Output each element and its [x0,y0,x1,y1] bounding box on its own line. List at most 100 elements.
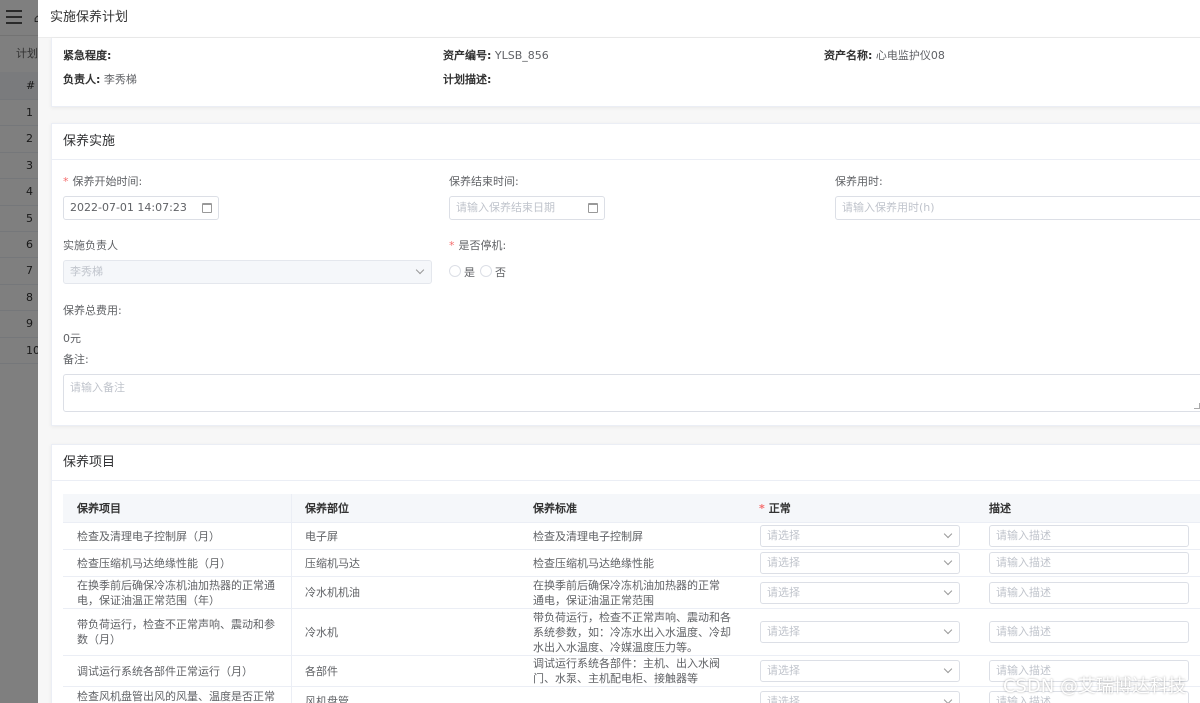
description-input[interactable]: 请输入描述 [989,552,1189,574]
normal-select-placeholder: 请选择 [767,664,800,677]
row-standard: 带负荷运行，检查不正常声响、震动和各系统参数，如：冷冻水出入水温度、冷却水出入水… [533,610,731,654]
row-standard: 在换季前后确保冷冻机油加热器的正常通电，保证油温正常范围 [533,578,720,607]
start-time-label-text: 保养开始时间: [72,175,143,188]
description-input[interactable]: 请输入描述 [989,525,1189,547]
row-standard [533,687,733,703]
row-item: 带负荷运行，检查不正常声响、震动和参数（月） [77,618,275,646]
resize-handle-icon[interactable] [1194,403,1200,409]
column-header-item: 保养项目 [77,501,121,515]
shutdown-no-radio[interactable] [480,265,492,277]
end-time-input[interactable]: 请输入保养结束日期 [449,196,605,220]
plan-desc-label: 计划描述: [443,73,492,86]
asset-name-value: 心电监护仪08 [875,49,945,62]
normal-select[interactable]: 请选择 [760,660,960,682]
plan-info-card: 紧急程度: 资产编号: YLSB_856 资产名称: 心电监护仪08 负责人: … [51,38,1200,107]
row-item: 在换季前后确保冷冻机油加热器的正常通电，保证油温正常范围（年） [77,578,275,607]
row-part: 各部件 [305,664,338,678]
description-placeholder: 请输入描述 [996,529,1051,542]
required-mark: * [449,239,455,252]
normal-select[interactable]: 请选择 [760,552,960,574]
column-header-part: 保养部位 [305,501,349,515]
normal-select[interactable]: 请选择 [760,525,960,547]
chevron-down-icon [943,695,953,703]
row-standard: 检查压缩机马达绝缘性能 [533,556,654,570]
calendar-icon[interactable] [202,203,212,213]
required-mark: * [759,501,765,515]
maintenance-items-card: 保养项目 保养项目 保养部位 保养标准 * 正常 描述 检查及清理电子控制屏（月）… [51,444,1200,703]
chevron-down-icon [943,529,953,539]
column-divider [291,609,292,655]
column-divider [291,577,292,608]
column-header-description: 描述 [989,501,1011,515]
shutdown-label: * 是否停机: [449,237,506,253]
shutdown-label-text: 是否停机: [458,239,507,252]
remark-textarea[interactable]: 请输入备注 [63,374,1200,412]
owner-label: 负责人: [63,73,101,86]
normal-select-placeholder: 请选择 [767,695,800,703]
table-row: 检查及清理电子控制屏（月） 电子屏 检查及清理电子控制屏 请选择 请输入描述 [63,523,1200,550]
remark-placeholder: 请输入备注 [70,381,125,394]
row-part: 冷水机 [305,625,338,639]
column-divider [291,550,292,576]
duration-input[interactable]: 请输入保养用时(h) [835,196,1200,220]
urgency-field: 紧急程度: [63,47,111,63]
drawer-title: 实施保养计划 [38,0,1200,38]
items-title: 保养项目 [52,445,1200,481]
remark-label: 备注: [63,353,89,366]
total-cost-value: 0元 [63,332,81,345]
total-cost-label: 保养总费用: [63,304,122,317]
description-placeholder: 请输入描述 [996,586,1051,599]
start-time-value: 2022-07-01 14:07:23 [70,201,187,214]
normal-select-placeholder: 请选择 [767,556,800,569]
normal-select-placeholder: 请选择 [767,625,800,638]
row-item: 调试运行系统各部件正常运行（月） [77,664,253,678]
implementer-value: 李秀梯 [70,265,103,278]
column-header-standard: 保养标准 [533,501,577,515]
shutdown-yes-label[interactable]: 是 [464,264,475,280]
drawer-body: 紧急程度: 资产编号: YLSB_856 资产名称: 心电监护仪08 负责人: … [38,38,1200,703]
duration-label: 保养用时: [835,175,883,188]
chevron-down-icon [943,625,953,635]
normal-select-placeholder: 请选择 [767,586,800,599]
asset-name-field: 资产名称: 心电监护仪08 [824,47,945,63]
shutdown-yes-radio[interactable] [449,265,461,277]
normal-select[interactable]: 请选择 [760,691,960,703]
chevron-down-icon [415,265,425,275]
description-placeholder: 请输入描述 [996,625,1051,638]
asset-no-field: 资产编号: YLSB_856 [443,47,549,63]
start-time-input[interactable]: 2022-07-01 14:07:23 [63,196,219,220]
row-item: 检查风机盘管出风的风量、温度是否正常(风 [77,690,275,703]
urgency-label: 紧急程度: [63,49,112,62]
shutdown-no-label[interactable]: 否 [495,264,506,280]
column-divider [291,687,292,703]
implementation-title: 保养实施 [52,124,1200,160]
implementation-card: 保养实施 * 保养开始时间: 2022-07-01 14:07:23 保养结束时间… [51,123,1200,426]
calendar-icon[interactable] [588,203,598,213]
row-part: 风机盘管 [305,695,349,703]
owner-field: 负责人: 李秀梯 [63,71,137,87]
asset-no-label: 资产编号: [443,49,492,62]
table-row: 在换季前后确保冷冻机油加热器的正常通电，保证油温正常范围（年） 冷水机机油 在换… [63,577,1200,609]
end-time-label: 保养结束时间: [449,175,519,188]
chevron-down-icon [943,556,953,566]
row-part: 电子屏 [305,529,338,543]
normal-select[interactable]: 请选择 [760,621,960,643]
row-standard: 调试运行系统各部件：主机、出入水阀门、水泵、主机配电柜、接触器等 [533,657,720,685]
normal-select[interactable]: 请选择 [760,582,960,604]
start-time-label: * 保养开始时间: [63,173,142,189]
required-mark: * [63,175,69,188]
chevron-down-icon [943,586,953,596]
description-input[interactable]: 请输入描述 [989,621,1189,643]
maintenance-drawer: 实施保养计划 紧急程度: 资产编号: YLSB_856 资产名称: 心电监护仪0… [38,0,1200,703]
row-item: 检查及清理电子控制屏（月） [77,529,220,543]
row-item: 检查压缩机马达绝缘性能（月） [77,556,231,570]
row-part: 压缩机马达 [305,556,360,570]
chevron-down-icon [943,664,953,674]
table-header-row: 保养项目 保养部位 保养标准 * 正常 描述 [63,494,1200,523]
normal-select-placeholder: 请选择 [767,529,800,542]
end-time-placeholder: 请输入保养结束日期 [456,201,555,214]
description-input[interactable]: 请输入描述 [989,582,1189,604]
table-row: 带负荷运行，检查不正常声响、震动和参数（月） 冷水机 带负荷运行，检查不正常声响… [63,609,1200,656]
row-standard: 检查及清理电子控制屏 [533,529,643,543]
row-part: 冷水机机油 [305,586,360,599]
